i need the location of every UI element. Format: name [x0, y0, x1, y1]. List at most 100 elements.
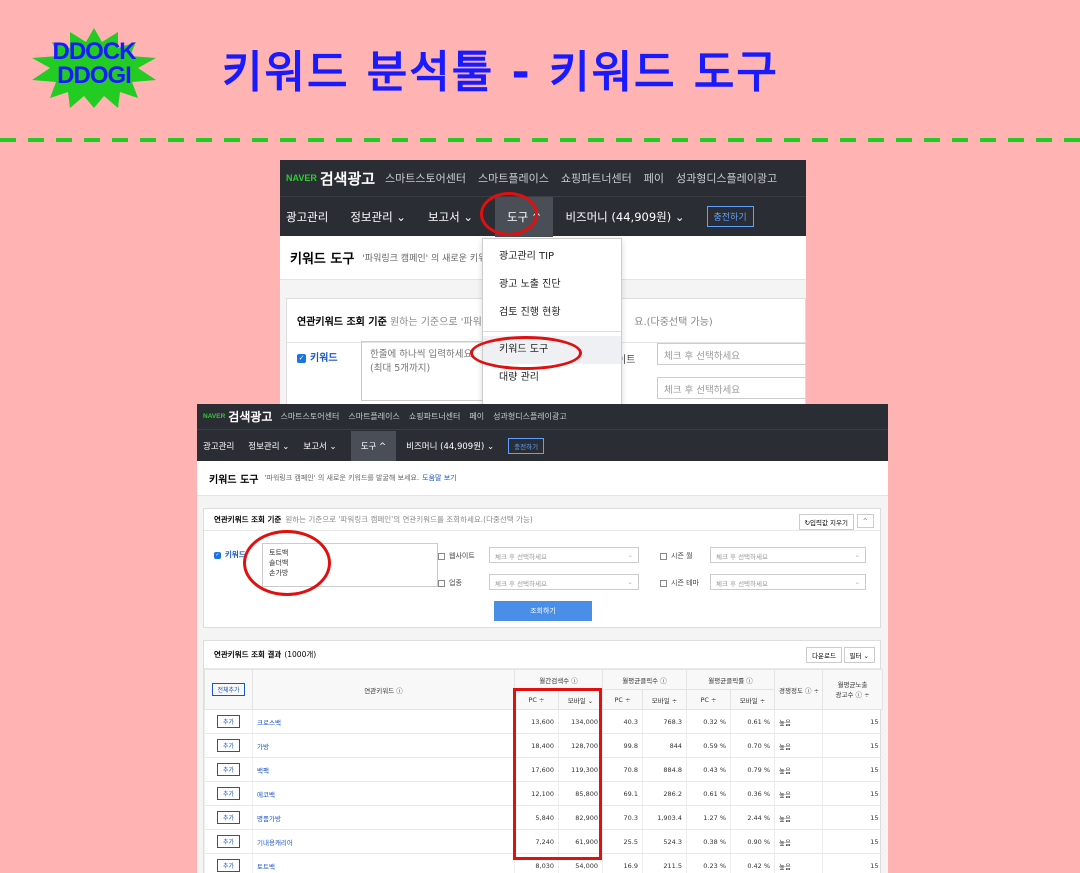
menu-reports[interactable]: 보고서 ⌄	[303, 440, 336, 452]
download-button[interactable]: 다운로드	[806, 647, 842, 663]
keyword-cell[interactable]: 가방	[252, 733, 515, 758]
ctr-pc-cell: 1.27 %	[686, 805, 731, 830]
menu-reports[interactable]: 보고서 ⌄	[428, 209, 473, 225]
menu-tools[interactable]: 도구 ^	[350, 430, 397, 461]
dashed-divider	[0, 138, 1080, 142]
add-button[interactable]: 추가	[216, 715, 241, 728]
charge-button[interactable]: 충전하기	[508, 437, 545, 454]
search-button[interactable]: 조회하기	[494, 601, 592, 621]
top-link-smartplace[interactable]: 스마트플레이스	[348, 411, 400, 422]
industry-select[interactable]: 체크 후 선택하세요 ⌄	[489, 574, 639, 590]
ctr-mobile-cell: 0.79 %	[730, 757, 775, 782]
placeholder-line-2: (최대 5개까지)	[370, 363, 431, 374]
reset-button[interactable]: ↻입력값 지우기	[798, 514, 854, 530]
checkbox-checked-icon[interactable]: ✓	[214, 551, 221, 559]
ad-count-cell: 15	[822, 757, 883, 782]
add-button[interactable]: 추가	[216, 811, 241, 824]
add-button[interactable]: 추가	[216, 859, 241, 872]
top-link-pay[interactable]: 페이	[469, 411, 484, 422]
industry-label: 업종	[449, 579, 462, 587]
clicks-mobile-cell: 524.3	[641, 829, 687, 854]
top-link-smartstore[interactable]: 스마트스토어센터	[280, 411, 339, 422]
select-placeholder: 체크 후 선택하세요	[495, 580, 547, 588]
header-keyword[interactable]: 연관키워드 ⓘ	[252, 669, 515, 710]
industry-option[interactable]: 업종	[438, 578, 462, 588]
header-ad-count[interactable]: 월평균노출 광고수 ⓘ ÷	[822, 669, 884, 710]
brand-title[interactable]: 검색광고	[228, 408, 272, 425]
header-clicks-mobile[interactable]: 모바일 ÷	[641, 689, 688, 710]
season-month-option[interactable]: 시즌 월	[660, 551, 693, 561]
website-select[interactable]: 체크 후 선택하세요	[657, 343, 806, 365]
menu-info-management[interactable]: 정보관리 ⌄	[350, 209, 406, 225]
top-link-smartstore[interactable]: 스마트스토어센터	[385, 170, 466, 186]
page-subtitle: '파워링크 캠페인' 의 새로운 키워	[362, 254, 487, 264]
add-cell: 추가	[204, 853, 253, 873]
ctr-pc-cell: 0.32 %	[686, 709, 731, 734]
keyword-cell[interactable]: 백팩	[252, 757, 515, 782]
dropdown-item-exposure-diagnosis[interactable]: 광고 노출 진단	[483, 271, 621, 299]
header-avg-ctr: 월평균클릭률 ⓘ	[686, 669, 776, 690]
keyword-checkbox[interactable]: ✓ 키워드	[297, 349, 338, 364]
ctr-mobile-cell: 0.70 %	[730, 733, 775, 758]
clicks-pc-cell: 99.8	[602, 733, 643, 758]
add-button[interactable]: 추가	[216, 739, 241, 752]
competition-cell: 높음	[774, 853, 823, 873]
keyword-cell[interactable]: 토트백	[252, 853, 515, 873]
header-clicks-pc[interactable]: PC ÷	[602, 689, 643, 710]
top-link-display-ads[interactable]: 성과형디스플레이광고	[676, 170, 777, 186]
season-theme-option[interactable]: 시즌 테마	[660, 578, 699, 588]
checkbox-empty-icon[interactable]	[660, 552, 667, 560]
brand-title[interactable]: 검색광고	[320, 168, 375, 189]
season-month-select[interactable]: 체크 후 선택하세요 ⌄	[710, 547, 866, 563]
add-button[interactable]: 추가	[216, 835, 241, 848]
menu-ad-management[interactable]: 광고관리	[203, 440, 234, 452]
charge-button[interactable]: 충전하기	[706, 206, 754, 227]
collapse-button[interactable]: ^	[856, 514, 874, 528]
competition-cell: 높음	[774, 781, 823, 806]
keyword-cell[interactable]: 명품가방	[252, 805, 515, 830]
dropdown-item-review-status[interactable]: 검토 진행 현황	[483, 299, 621, 327]
top-link-shopping-partner[interactable]: 쇼핑파트너센터	[409, 411, 461, 422]
competition-cell: 높음	[774, 829, 823, 854]
keyword-cell[interactable]: 크로스백	[252, 709, 515, 734]
menu-ad-management[interactable]: 광고관리	[286, 209, 328, 225]
add-button[interactable]: 추가	[216, 787, 241, 800]
checkbox-empty-icon[interactable]	[660, 579, 667, 587]
top-link-display-ads[interactable]: 성과형디스플레이광고	[493, 411, 567, 422]
menu-info-management[interactable]: 정보관리 ⌄	[248, 440, 289, 452]
top-links: 스마트스토어센터 스마트플레이스 쇼핑파트너센터 페이 성과형디스플레이광고	[280, 411, 566, 422]
checkbox-empty-icon[interactable]	[438, 552, 445, 560]
page-title: 키워드 도구	[209, 474, 259, 486]
ad-count-cell: 15	[822, 781, 883, 806]
highlight-circle-tools	[480, 192, 538, 236]
header-ctr-mobile[interactable]: 모바일 ÷	[730, 689, 776, 710]
top-link-pay[interactable]: 페이	[644, 170, 664, 186]
website-select[interactable]: 체크 후 선택하세요 ⌄	[489, 547, 639, 563]
industry-select[interactable]: 체크 후 선택하세요	[657, 377, 806, 399]
competition-cell: 높음	[774, 805, 823, 830]
clicks-pc-cell: 69.1	[602, 781, 643, 806]
naver-logo: NAVER	[286, 173, 317, 183]
keyword-checkbox[interactable]: ✓ 키워드	[214, 549, 246, 560]
menu-bizmoney[interactable]: 비즈머니 (44,909원) ⌄	[565, 209, 684, 225]
add-button[interactable]: 추가	[216, 763, 241, 776]
header-ctr-pc[interactable]: PC ÷	[686, 689, 732, 710]
top-links: 스마트스토어센터 스마트플레이스 쇼핑파트너센터 페이 성과형디스플레이광고	[385, 170, 777, 186]
checkbox-empty-icon[interactable]	[438, 579, 445, 587]
results-count: (1000개)	[284, 650, 317, 659]
placeholder-line-1: 한줄에 하나씩 입력하세요.	[370, 349, 476, 360]
help-link[interactable]: 도움말 보기	[422, 473, 456, 483]
keyword-cell[interactable]: 기내용캐리어	[252, 829, 515, 854]
keyword-cell[interactable]: 에코백	[252, 781, 515, 806]
season-theme-select[interactable]: 체크 후 선택하세요 ⌄	[710, 574, 866, 590]
top-link-smartplace[interactable]: 스마트플레이스	[478, 170, 549, 186]
menu-bizmoney[interactable]: 비즈머니 (44,909원) ⌄	[406, 440, 494, 452]
dropdown-item-ad-tip[interactable]: 광고관리 TIP	[483, 243, 621, 271]
header-competition[interactable]: 경쟁정도 ⓘ ÷	[774, 669, 824, 710]
add-all-button[interactable]: 전체추가	[212, 683, 245, 696]
website-option[interactable]: 웹사이트	[438, 551, 475, 561]
filter-button[interactable]: 필터 ⌄	[843, 647, 875, 663]
top-link-shopping-partner[interactable]: 쇼핑파트너센터	[561, 170, 632, 186]
checkbox-checked-icon[interactable]: ✓	[297, 353, 306, 363]
chevron-down-icon: ⌄	[854, 578, 860, 586]
